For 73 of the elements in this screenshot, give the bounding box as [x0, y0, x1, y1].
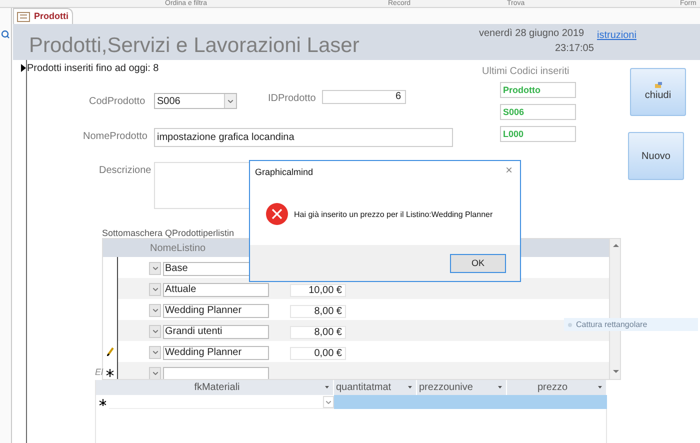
date-text: venerdì 28 giugno 2019	[479, 27, 584, 41]
listino-field[interactable]: Grandi utenti	[163, 325, 269, 339]
price-field[interactable]: 8,00 €	[290, 326, 346, 339]
form-title: Prodotti,Servizi e Lavorazioni Laser	[29, 33, 360, 59]
cut-label: El	[95, 366, 104, 379]
scroll-up-icon	[613, 244, 619, 247]
error-icon	[266, 203, 288, 225]
id-field[interactable]: 6	[322, 90, 406, 104]
close-button[interactable]: ×	[502, 163, 516, 177]
chevron-down-icon	[228, 100, 233, 102]
record-selector[interactable]	[103, 362, 118, 379]
dialog-title: Graphicalmind	[255, 166, 314, 179]
chevron-down-icon	[326, 400, 331, 404]
dropdown-arrow-icon	[598, 386, 602, 389]
field-label: NomeProdotto	[83, 130, 148, 144]
name-field[interactable]: impostazione grafica locandina	[154, 128, 453, 147]
field-label: Descrizione	[99, 164, 152, 178]
record-count-text: Prodotti inseriti fino ad oggi: 8	[27, 62, 159, 76]
field-label: IDProdotto	[268, 92, 316, 106]
instructions-link[interactable]: istruzioni	[597, 28, 636, 43]
dropdown-arrow-icon	[498, 386, 502, 389]
dropdown-button[interactable]	[149, 304, 161, 317]
scroll-down-icon	[613, 370, 619, 373]
column-header[interactable]: prezzo	[507, 380, 607, 395]
field-label: CodProdotto	[89, 95, 146, 109]
dropdown-arrow-icon	[325, 386, 329, 389]
column-header[interactable]: prezzounive	[417, 380, 507, 395]
dropdown-button[interactable]	[149, 367, 161, 379]
action-button[interactable]: Nuovo	[628, 132, 684, 180]
chevron-down-icon	[152, 372, 158, 375]
recent-code-field: L000	[500, 126, 576, 142]
listino-field[interactable]: Wedding Planner	[163, 346, 269, 360]
listino-field[interactable]	[163, 367, 269, 379]
recent-codes-label: Ultimi Codici inseriti	[482, 65, 570, 79]
ok-button[interactable]: OK	[450, 254, 506, 273]
column-header: NomeListino	[150, 242, 206, 256]
capture-tooltip: Cattura rettangolare	[564, 318, 698, 331]
action-button[interactable]: chiudi	[630, 68, 686, 116]
chevron-down-icon	[152, 288, 158, 291]
chevron-down-icon	[152, 351, 158, 354]
dropdown-button[interactable]	[224, 94, 236, 108]
folder-icon	[654, 82, 662, 88]
dropdown-button[interactable]	[149, 325, 161, 338]
document-tab[interactable]: Prodotti	[13, 8, 72, 24]
chevron-down-icon	[152, 267, 158, 270]
subform-label: Sottomaschera QProdottiperlistin	[102, 228, 234, 238]
time-text: 23:17:05	[555, 42, 594, 56]
dropdown-button[interactable]	[149, 346, 161, 359]
dialog-message: Hai già inserito un prezzo per il Listino:Wedding Planner	[294, 209, 493, 221]
asterisk-icon	[99, 399, 106, 406]
record-pointer-icon	[21, 64, 26, 72]
combo-cell[interactable]	[109, 395, 334, 409]
dropdown-button[interactable]	[323, 396, 334, 408]
form-icon	[17, 12, 30, 22]
column-header[interactable]: fkMateriali	[109, 380, 334, 395]
code-combo-box[interactable]: S006	[154, 93, 237, 109]
asterisk-icon	[106, 368, 114, 376]
chevron-down-icon	[152, 309, 158, 312]
column-header[interactable]: quantitatmat	[334, 380, 417, 395]
search-icon	[1, 30, 10, 39]
dropdown-button[interactable]	[149, 262, 161, 275]
listino-field[interactable]: Wedding Planner	[163, 304, 269, 318]
listino-field[interactable]: Attuale	[163, 283, 269, 297]
price-field[interactable]: 10,00 €	[290, 284, 346, 297]
price-field[interactable]: 8,00 €	[290, 305, 346, 318]
recent-code-field: S006	[500, 104, 576, 120]
price-field[interactable]: 0,00 €	[290, 347, 346, 360]
recent-code-field: Prodotto	[500, 82, 576, 98]
dot-icon	[568, 322, 572, 326]
pencil-icon	[106, 347, 114, 356]
dropdown-arrow-icon	[408, 386, 412, 389]
dropdown-button[interactable]	[149, 283, 161, 296]
chevron-down-icon	[152, 330, 158, 333]
